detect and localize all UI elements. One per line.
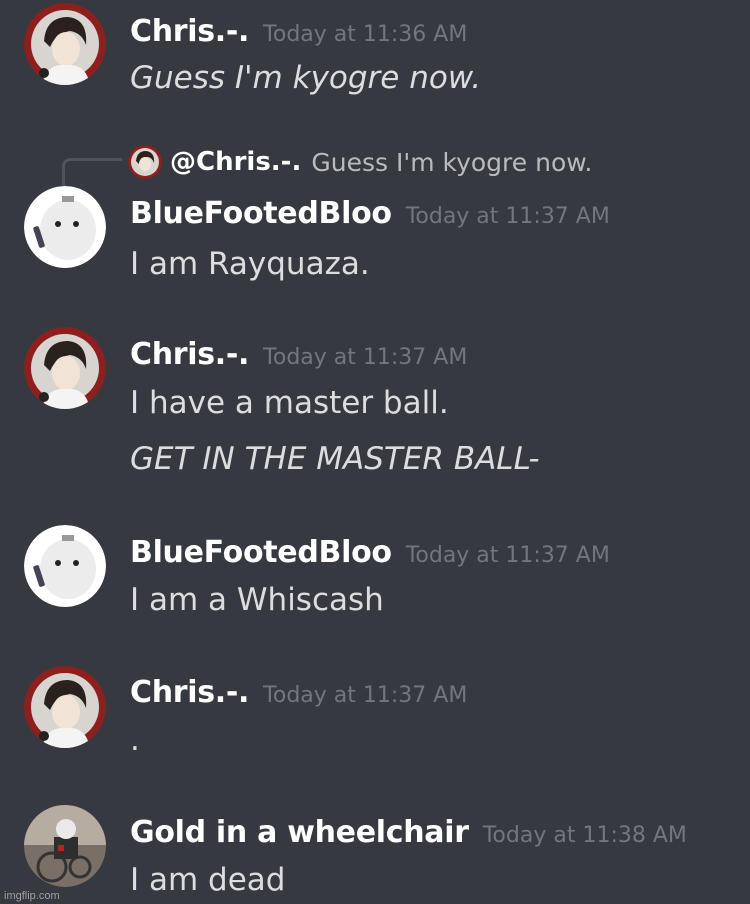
- username[interactable]: Chris.-.: [130, 337, 249, 372]
- user-avatar-icon: [24, 3, 106, 85]
- avatar[interactable]: [24, 327, 106, 409]
- reply-connector: [62, 158, 122, 186]
- message-header: Chris.-. Today at 11:37 AM: [130, 675, 467, 710]
- timestamp: Today at 11:38 AM: [482, 823, 687, 848]
- message-text: Guess I'm kyogre now.: [130, 60, 482, 96]
- timestamp: Today at 11:37 AM: [405, 204, 610, 229]
- watermark: imgflip.com: [4, 890, 60, 902]
- message-header: BlueFootedBloo Today at 11:37 AM: [130, 196, 610, 231]
- avatar[interactable]: [24, 805, 106, 887]
- username[interactable]: Chris.-.: [130, 675, 249, 710]
- user-avatar-icon: [24, 666, 106, 748]
- timestamp: Today at 11:37 AM: [405, 543, 610, 568]
- avatar[interactable]: [24, 666, 106, 748]
- message-header: Chris.-. Today at 11:37 AM: [130, 337, 467, 372]
- timestamp: Today at 11:37 AM: [263, 683, 468, 708]
- timestamp: Today at 11:36 AM: [263, 22, 468, 47]
- message-text: I am dead: [130, 862, 286, 898]
- user-avatar-icon: [24, 805, 106, 887]
- username[interactable]: BlueFootedBloo: [130, 535, 392, 570]
- chat-log: Chris.-. Today at 11:36 AM Guess I'm kyog…: [0, 0, 750, 904]
- message-text: I am a Whiscash: [130, 582, 384, 618]
- message-text: .: [130, 722, 140, 758]
- message-text: I am Rayquaza.: [130, 246, 370, 282]
- reply-preview[interactable]: @Chris.-. Guess I'm kyogre now.: [128, 142, 592, 182]
- username[interactable]: Gold in a wheelchair: [130, 815, 469, 850]
- username[interactable]: Chris.-.: [130, 14, 249, 49]
- message-header: BlueFootedBloo Today at 11:37 AM: [130, 535, 610, 570]
- message-header: Chris.-. Today at 11:36 AM: [130, 14, 467, 49]
- user-avatar-icon: [128, 145, 162, 179]
- avatar[interactable]: [24, 3, 106, 85]
- reply-author[interactable]: @Chris.-.: [170, 147, 301, 177]
- message-header: Gold in a wheelchair Today at 11:38 AM: [130, 815, 687, 850]
- user-avatar-icon: [24, 186, 106, 268]
- reply-text: Guess I'm kyogre now.: [311, 147, 593, 177]
- user-avatar-icon: [24, 525, 106, 607]
- avatar[interactable]: [24, 525, 106, 607]
- message-text: GET IN THE MASTER BALL-: [130, 441, 540, 477]
- timestamp: Today at 11:37 AM: [263, 345, 468, 370]
- reply-avatar: [128, 145, 162, 179]
- avatar[interactable]: [24, 186, 106, 268]
- username[interactable]: BlueFootedBloo: [130, 196, 392, 231]
- user-avatar-icon: [24, 327, 106, 409]
- message-text: I have a master ball.: [130, 385, 449, 421]
